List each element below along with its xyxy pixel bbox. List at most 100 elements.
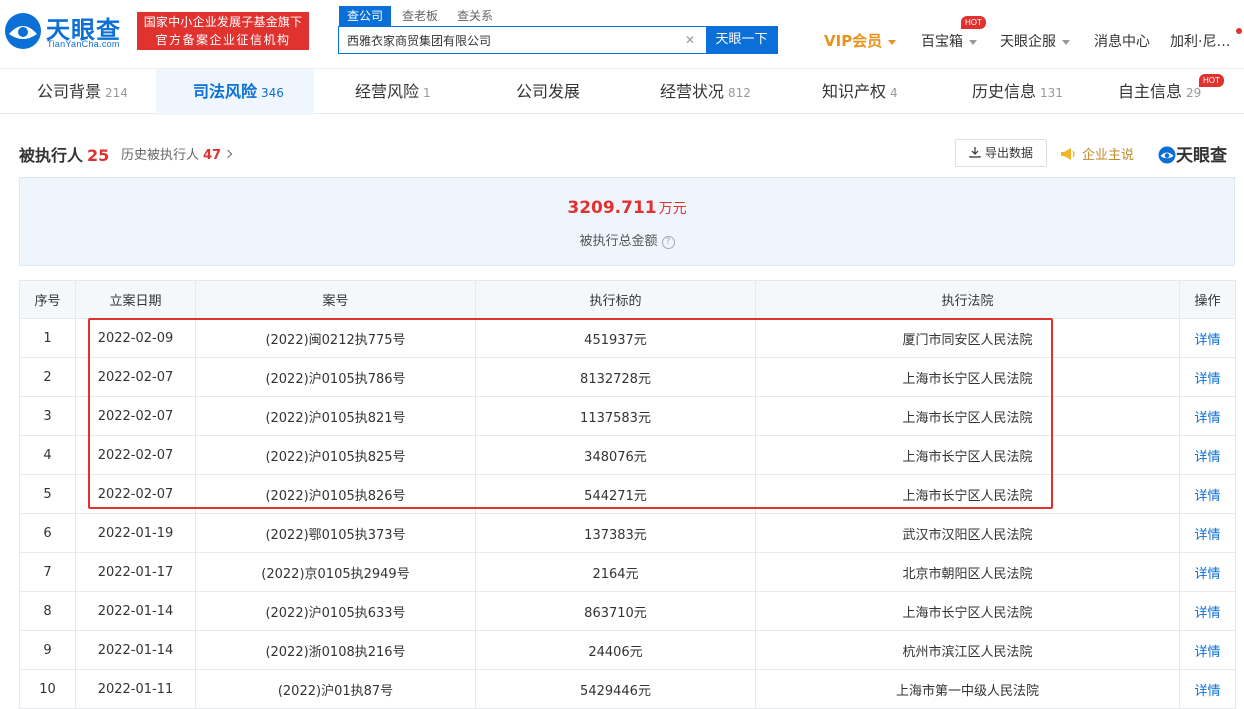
category-tabs: 公司背景 214 司法风险 346 经营风险 1 公司发展 经营状况 812 知识产权 4…: [0, 68, 1244, 115]
vip-label: VIP会员: [824, 32, 883, 50]
export-data-button[interactable]: 导出数据: [955, 139, 1047, 167]
section-title: 被执行人 25: [19, 146, 110, 165]
tab-intellectual-property[interactable]: 知识产权 4: [822, 69, 898, 115]
cell-index: 10: [19, 669, 76, 709]
section-count: 25: [87, 146, 110, 165]
qifu-menu[interactable]: 天眼企服: [1000, 31, 1070, 51]
cell-court: 上海市第一中级人民法院: [755, 669, 1180, 709]
executed-amount-summary: 3209.711 万元 被执行总金额?: [19, 177, 1235, 266]
search-input[interactable]: [339, 27, 707, 53]
detail-link[interactable]: 详情: [1179, 396, 1236, 436]
cell-court: 上海市长宁区人民法院: [755, 474, 1180, 514]
table-row: 5 2022-02-07 (2022)沪0105执826号 544271元 上海市长宁区…: [19, 474, 1236, 514]
cell-index: 4: [19, 435, 76, 475]
cell-court: 上海市长宁区人民法院: [755, 435, 1180, 475]
cell-amount: 5429446元: [475, 669, 756, 709]
tab-self-info[interactable]: 自主信息 29: [1118, 69, 1201, 115]
cell-date: 2022-01-14: [75, 591, 196, 631]
executed-table: 序号 立案日期 案号 执行标的 执行法院 操作 1 2022-02-09 (2022…: [19, 280, 1236, 709]
col-header-index: 序号: [19, 280, 76, 319]
cell-date: 2022-01-14: [75, 630, 196, 670]
messages-link[interactable]: 消息中心: [1094, 31, 1150, 51]
search-tab-relation[interactable]: 查关系: [457, 6, 493, 26]
tab-history-info[interactable]: 历史信息 131: [972, 69, 1063, 115]
qifu-label: 天眼企服: [1000, 34, 1056, 50]
table-row: 2 2022-02-07 (2022)沪0105执786号 8132728元 上海市长宁…: [19, 357, 1236, 397]
owner-says-link[interactable]: 企业主说: [1060, 144, 1134, 163]
history-executed-link[interactable]: 历史被执行人 47: [121, 144, 233, 163]
cell-amount: 1137583元: [475, 396, 756, 436]
cell-index: 1: [19, 318, 76, 358]
cell-index: 2: [19, 357, 76, 397]
search-box: ✕ 天眼一下: [338, 26, 778, 54]
tab-company-background[interactable]: 公司背景 214: [37, 69, 128, 115]
logo-subtitle: TianYanCha.com: [47, 39, 120, 49]
top-header: 天眼查 TianYanCha.com 国家中小企业发展子基金旗下 官方备案企业征…: [0, 0, 1244, 66]
search-tab-boss[interactable]: 查老板: [402, 6, 438, 26]
cell-case-no: (2022)鄂0105执373号: [195, 513, 476, 553]
cell-court: 上海市长宁区人民法院: [755, 396, 1180, 436]
table-row: 8 2022-01-14 (2022)沪0105执633号 863710元 上海市长宁区…: [19, 591, 1236, 631]
tab-judicial-risk[interactable]: 司法风险 346: [193, 69, 284, 115]
cell-court: 上海市长宁区人民法院: [755, 591, 1180, 631]
cell-date: 2022-02-07: [75, 396, 196, 436]
notification-dot: [1236, 28, 1242, 34]
col-header-action: 操作: [1179, 280, 1236, 319]
detail-link[interactable]: 详情: [1179, 591, 1236, 631]
cell-date: 2022-01-17: [75, 552, 196, 592]
user-menu[interactable]: 加利·尼…: [1170, 31, 1230, 51]
chevron-down-icon: [888, 39, 897, 45]
cell-amount: 348076元: [475, 435, 756, 475]
table-row: 4 2022-02-07 (2022)沪0105执825号 348076元 上海市长宁区…: [19, 435, 1236, 475]
chevron-right-icon: [223, 149, 233, 159]
cell-case-no: (2022)沪0105执825号: [195, 435, 476, 475]
cell-index: 5: [19, 474, 76, 514]
detail-link[interactable]: 详情: [1179, 435, 1236, 475]
cell-case-no: (2022)浙0108执216号: [195, 630, 476, 670]
cell-index: 9: [19, 630, 76, 670]
vip-menu[interactable]: VIP会员: [824, 30, 897, 51]
chevron-down-icon: [969, 39, 977, 45]
tab-business-status[interactable]: 经营状况 812: [660, 69, 751, 115]
detail-link[interactable]: 详情: [1179, 474, 1236, 514]
detail-link[interactable]: 详情: [1179, 669, 1236, 709]
cell-date: 2022-02-07: [75, 357, 196, 397]
cell-case-no: (2022)沪0105执826号: [195, 474, 476, 514]
fund-badge: 国家中小企业发展子基金旗下 官方备案企业征信机构: [137, 12, 309, 50]
cell-amount: 2164元: [475, 552, 756, 592]
table-row: 6 2022-01-19 (2022)鄂0105执373号 137383元 武汉市汉阳区…: [19, 513, 1236, 553]
site-logo[interactable]: 天眼查 TianYanCha.com: [4, 10, 128, 52]
cell-amount: 137383元: [475, 513, 756, 553]
search-button[interactable]: 天眼一下: [706, 27, 777, 53]
table-row: 7 2022-01-17 (2022)京0105执2949号 2164元 北京市朝阳区人…: [19, 552, 1236, 592]
megaphone-icon: [1061, 148, 1075, 160]
cell-court: 北京市朝阳区人民法院: [755, 552, 1180, 592]
baibaoxiang-menu[interactable]: 百宝箱: [921, 31, 977, 51]
cell-case-no: (2022)沪0105执821号: [195, 396, 476, 436]
col-header-amount: 执行标的: [475, 280, 756, 319]
hot-badge: HOT: [1199, 74, 1224, 87]
cell-index: 6: [19, 513, 76, 553]
table-header-row: 序号 立案日期 案号 执行标的 执行法院 操作: [19, 280, 1236, 319]
table-row: 10 2022-01-11 (2022)沪01执87号 5429446元 上海市第一中级…: [19, 669, 1236, 709]
col-header-date: 立案日期: [75, 280, 196, 319]
cell-date: 2022-02-09: [75, 318, 196, 358]
cell-amount: 544271元: [475, 474, 756, 514]
cell-case-no: (2022)京0105执2949号: [195, 552, 476, 592]
cell-court: 杭州市滨江区人民法院: [755, 630, 1180, 670]
detail-link[interactable]: 详情: [1179, 357, 1236, 397]
tab-company-development[interactable]: 公司发展: [516, 69, 580, 115]
search-tab-company[interactable]: 查公司: [339, 6, 392, 26]
tab-operating-risk[interactable]: 经营风险 1: [355, 69, 431, 115]
cell-court: 厦门市同安区人民法院: [755, 318, 1180, 358]
detail-link[interactable]: 详情: [1179, 513, 1236, 553]
detail-link[interactable]: 详情: [1179, 318, 1236, 358]
detail-link[interactable]: 详情: [1179, 552, 1236, 592]
detail-link[interactable]: 详情: [1179, 630, 1236, 670]
logo-eye-icon: [5, 13, 41, 49]
help-icon[interactable]: ?: [661, 236, 675, 249]
cell-date: 2022-02-07: [75, 435, 196, 475]
clear-icon[interactable]: ✕: [683, 33, 697, 47]
cell-amount: 8132728元: [475, 357, 756, 397]
chevron-down-icon: [1062, 39, 1070, 45]
